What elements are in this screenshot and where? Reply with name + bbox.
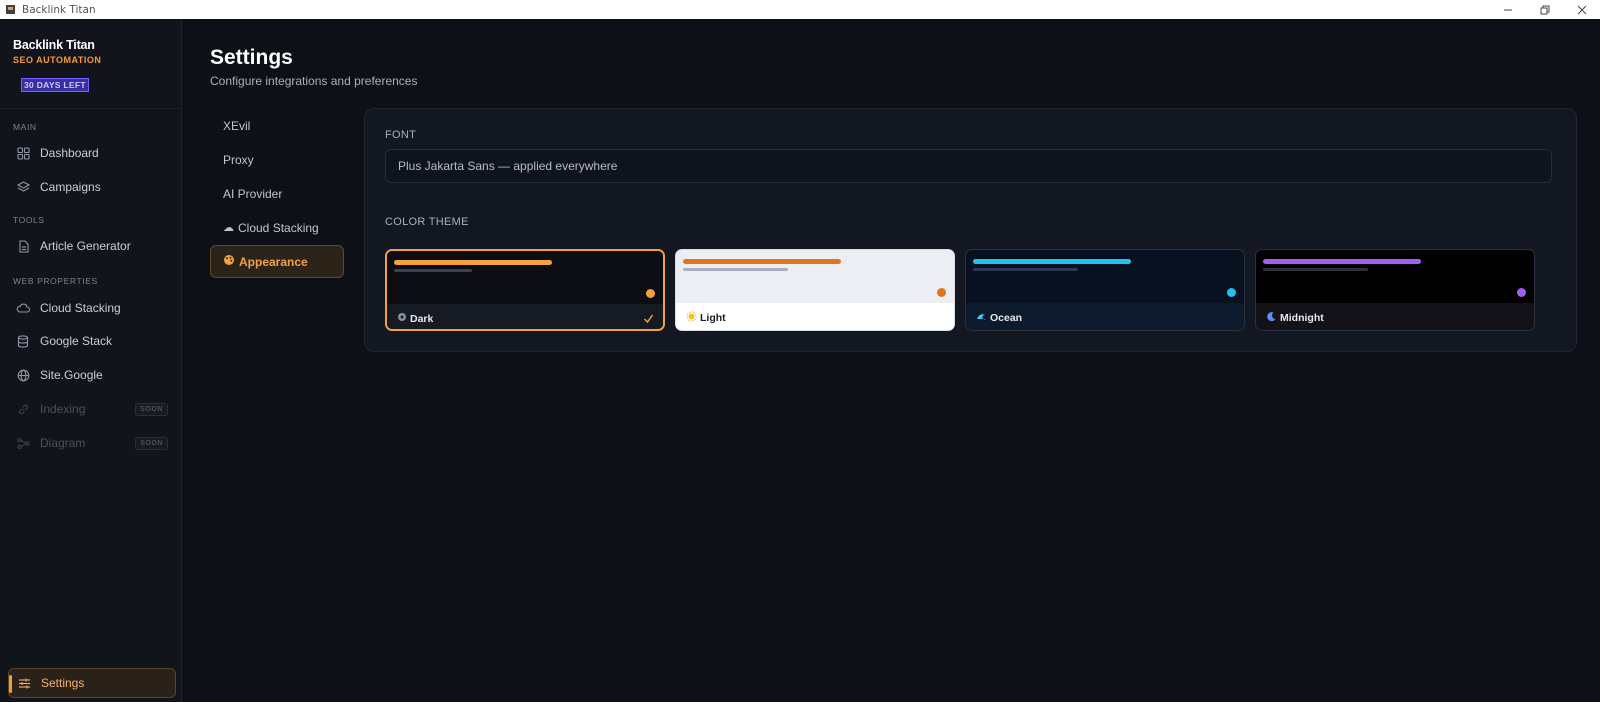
palette-icon [223, 254, 235, 269]
globe-icon [16, 368, 30, 382]
preview-bar [973, 259, 1131, 264]
cloud-icon [16, 301, 30, 315]
sidebar-item-dashboard[interactable]: Dashboard [8, 138, 176, 168]
preview-bar [394, 260, 552, 265]
sidebar-item-google-stack[interactable]: Google Stack [8, 326, 176, 356]
theme-preview [966, 250, 1244, 303]
theme-name: Dark [410, 312, 434, 325]
sun-icon [686, 311, 697, 325]
sidebar-item-label: Article Generator [40, 239, 131, 253]
sidebar-item-label: Campaigns [40, 180, 101, 194]
sidebar-item-indexing: Indexing SOON [8, 394, 176, 424]
check-icon [643, 311, 654, 329]
theme-footer: Ocean [966, 303, 1244, 330]
sidebar-item-campaigns[interactable]: Campaigns [8, 172, 176, 202]
color-theme-label: COLOR THEME [385, 216, 469, 228]
accent-dot [646, 289, 655, 298]
theme-preview [676, 250, 954, 303]
subnav-item-ai-provider[interactable]: AI Provider [210, 177, 344, 210]
preview-bar [683, 268, 788, 271]
font-label: FONT [385, 129, 417, 141]
theme-footer: Dark [387, 304, 663, 329]
sidebar-item-diagram: Diagram SOON [8, 428, 176, 458]
soon-badge: SOON [135, 436, 168, 450]
preview-bar [1263, 268, 1368, 271]
brand-tagline: SEO AUTOMATION [13, 55, 102, 65]
diagram-icon [16, 436, 30, 450]
subnav-item-label: Cloud Stacking [238, 220, 319, 235]
settings-subnav: XEvil Proxy AI Provider ☁ Cloud Stacking… [210, 109, 344, 279]
preview-bar [1263, 259, 1421, 264]
theme-options: Dark Light Ocean Midnight [385, 249, 1552, 331]
theme-preview [1256, 250, 1534, 303]
sidebar-item-label: Diagram [40, 436, 86, 450]
main-content: Settings Configure integrations and pref… [182, 19, 1600, 702]
sidebar: Backlink Titan SEO AUTOMATION 30 DAYS LE… [0, 19, 182, 702]
close-button[interactable] [1563, 0, 1600, 19]
grid-icon [16, 146, 30, 160]
trial-badge: 30 DAYS LEFT [21, 78, 89, 92]
subnav-item-label: Appearance [239, 254, 308, 269]
theme-preview [387, 251, 663, 304]
accent-dot [1517, 288, 1526, 297]
subnav-item-appearance[interactable]: Appearance [210, 245, 344, 278]
sidebar-item-settings[interactable]: Settings [8, 668, 176, 698]
sidebar-item-cloud-stacking[interactable]: Cloud Stacking [8, 293, 176, 323]
theme-card-light[interactable]: Light [675, 249, 955, 331]
theme-card-midnight[interactable]: Midnight [1255, 249, 1535, 331]
cloud-icon: ☁ [223, 222, 234, 234]
sidebar-item-label: Cloud Stacking [40, 301, 121, 315]
subnav-item-proxy[interactable]: Proxy [210, 143, 344, 176]
theme-name: Light [700, 311, 726, 324]
theme-name: Ocean [990, 311, 1023, 324]
accent-dot [1227, 288, 1236, 297]
brand-name: Backlink Titan [13, 38, 95, 52]
preview-bar [683, 259, 841, 264]
section-label-tools: TOOLS [13, 215, 45, 225]
sidebar-item-label: Settings [41, 676, 85, 690]
accent-dot [937, 288, 946, 297]
theme-name: Midnight [1280, 311, 1324, 324]
subnav-item-cloud-stacking[interactable]: ☁ Cloud Stacking [210, 211, 344, 244]
theme-card-dark[interactable]: Dark [385, 249, 665, 331]
moon-icon [1266, 311, 1277, 325]
link-icon [16, 402, 30, 416]
theme-footer: Midnight [1256, 303, 1534, 330]
window-title: Backlink Titan [22, 3, 96, 16]
wave-icon [976, 311, 987, 325]
theme-card-ocean[interactable]: Ocean [965, 249, 1245, 331]
section-label-main: MAIN [13, 122, 37, 132]
sidebar-item-site-google[interactable]: Site.Google [8, 360, 176, 390]
page-subtitle: Configure integrations and preferences [210, 74, 418, 88]
brand: Backlink Titan SEO AUTOMATION 30 DAYS LE… [0, 19, 181, 109]
sidebar-item-label: Indexing [40, 402, 86, 416]
sidebar-item-label: Dashboard [40, 146, 99, 160]
theme-footer: Light [676, 303, 954, 330]
database-icon [16, 334, 30, 348]
document-icon [16, 239, 30, 253]
appearance-panel: FONT Plus Jakarta Sans — applied everywh… [364, 108, 1577, 352]
preview-bar [394, 269, 472, 272]
sidebar-item-label: Site.Google [40, 368, 103, 382]
section-label-web-properties: WEB PROPERTIES [13, 276, 98, 286]
page-title: Settings [210, 46, 293, 69]
soon-badge: SOON [135, 402, 168, 416]
minimize-button[interactable] [1489, 0, 1526, 19]
preview-bar [973, 268, 1078, 271]
sliders-icon [17, 676, 31, 690]
layers-icon [16, 180, 30, 194]
gear-icon [397, 312, 407, 325]
font-field[interactable]: Plus Jakarta Sans — applied everywhere [385, 149, 1552, 183]
window-titlebar: Backlink Titan [0, 0, 1600, 20]
sidebar-item-label: Google Stack [40, 334, 113, 348]
sidebar-item-article-generator[interactable]: Article Generator [8, 231, 176, 261]
subnav-item-xevil[interactable]: XEvil [210, 109, 344, 142]
restore-button[interactable] [1526, 0, 1563, 19]
app-logo-icon [4, 4, 16, 16]
